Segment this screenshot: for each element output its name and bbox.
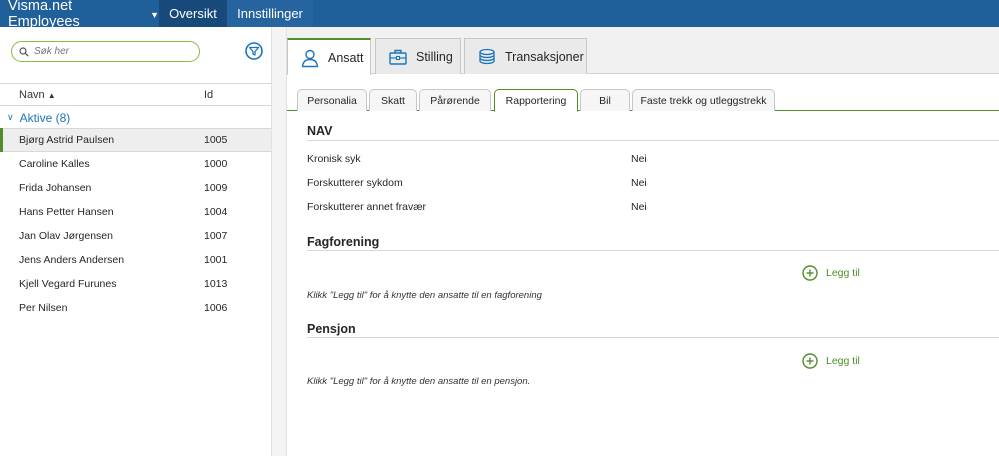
employee-name: Kjell Vegard Furunes bbox=[19, 278, 117, 290]
list-header: Navn ▲ Id bbox=[0, 83, 271, 106]
top-bar: Visma.net Employees ▼ Oversikt Innstilli… bbox=[0, 0, 999, 30]
divider bbox=[307, 140, 999, 141]
list-item[interactable]: Bjørg Astrid Paulsen 1005 bbox=[0, 128, 271, 152]
add-label: Legg til bbox=[826, 355, 860, 367]
tab-transaksjoner[interactable]: Transaksjoner bbox=[464, 38, 587, 74]
employee-id: 1013 bbox=[204, 278, 228, 290]
employee-name: Jens Anders Andersen bbox=[19, 254, 125, 266]
tab-stilling[interactable]: Stilling bbox=[375, 38, 461, 74]
tab-label: Transaksjoner bbox=[505, 49, 584, 64]
sort-asc-icon: ▲ bbox=[47, 90, 56, 100]
list-item[interactable]: Caroline Kalles 1000 bbox=[0, 152, 271, 176]
field-value: Nei bbox=[631, 177, 647, 189]
column-name-header[interactable]: Navn ▲ bbox=[19, 89, 56, 101]
section-title-nav: NAV bbox=[307, 124, 333, 138]
column-id-header[interactable]: Id bbox=[204, 89, 213, 101]
app-switcher[interactable]: Visma.net Employees ▼ bbox=[0, 0, 159, 30]
tab-ansatt[interactable]: Ansatt bbox=[287, 38, 371, 75]
subtab-bil[interactable]: Bil bbox=[580, 89, 630, 111]
employee-name: Jan Olav Jørgensen bbox=[19, 230, 113, 242]
list-item[interactable]: Hans Petter Hansen 1004 bbox=[0, 200, 271, 224]
field-label: Forskutterer sykdom bbox=[307, 177, 403, 189]
sidebar-scrollbar[interactable] bbox=[271, 27, 287, 456]
search-input[interactable] bbox=[34, 46, 194, 57]
employee-name: Per Nilsen bbox=[19, 302, 68, 314]
add-pensjon-button[interactable]: Legg til bbox=[802, 353, 860, 369]
add-label: Legg til bbox=[826, 267, 860, 279]
employee-id: 1000 bbox=[204, 158, 228, 170]
person-icon bbox=[301, 49, 319, 67]
subtab-rapportering[interactable]: Rapportering bbox=[494, 89, 578, 112]
field-label: Kronisk syk bbox=[307, 153, 361, 165]
list-item[interactable]: Kjell Vegard Furunes 1013 bbox=[0, 272, 271, 296]
divider bbox=[307, 337, 999, 338]
employee-sidebar: Navn ▲ Id ∨ Aktive (8) Bjørg Astrid Paul… bbox=[0, 27, 271, 456]
field-value: Nei bbox=[631, 153, 647, 165]
hint-text: Klikk "Legg til" for å knytte den ansatt… bbox=[307, 376, 531, 387]
plus-circle-icon bbox=[802, 353, 818, 369]
nav-oversikt[interactable]: Oversikt bbox=[159, 0, 227, 27]
list-item[interactable]: Per Nilsen 1006 bbox=[0, 296, 271, 320]
nav-innstillinger[interactable]: Innstillinger bbox=[227, 0, 313, 27]
chevron-down-icon: ▼ bbox=[150, 9, 159, 20]
employee-name: Hans Petter Hansen bbox=[19, 206, 114, 218]
employee-name: Bjørg Astrid Paulsen bbox=[19, 134, 115, 146]
employee-detail: Ansatt Stilling Transaksjoner Personalia… bbox=[287, 27, 999, 456]
add-fagforening-button[interactable]: Legg til bbox=[802, 265, 860, 281]
list-item[interactable]: Frida Johansen 1009 bbox=[0, 176, 271, 200]
subtab-faste-trekk[interactable]: Faste trekk og utleggstrekk bbox=[632, 89, 775, 111]
employee-list: Bjørg Astrid Paulsen 1005 Caroline Kalle… bbox=[0, 128, 271, 320]
field-value: Nei bbox=[631, 201, 647, 213]
employee-id: 1006 bbox=[204, 302, 228, 314]
plus-circle-icon bbox=[802, 265, 818, 281]
subtab-parorende[interactable]: Pårørende bbox=[419, 89, 491, 111]
tab-label: Ansatt bbox=[328, 50, 364, 65]
section-title-fagforening: Fagforening bbox=[307, 235, 380, 249]
list-item[interactable]: Jan Olav Jørgensen 1007 bbox=[0, 224, 271, 248]
employee-id: 1005 bbox=[204, 134, 228, 146]
divider bbox=[307, 250, 999, 251]
subtab-personalia[interactable]: Personalia bbox=[297, 89, 367, 111]
briefcase-icon bbox=[389, 49, 407, 65]
app-title: Visma.net Employees bbox=[8, 0, 80, 30]
section-title-pensjon: Pensjon bbox=[307, 322, 356, 336]
employee-name: Caroline Kalles bbox=[19, 158, 90, 170]
chevron-down-icon: ∨ bbox=[7, 112, 14, 122]
tab-label: Stilling bbox=[416, 49, 453, 64]
employee-id: 1004 bbox=[204, 206, 228, 218]
group-label: Aktive (8) bbox=[19, 110, 71, 125]
employee-id: 1007 bbox=[204, 230, 228, 242]
list-item[interactable]: Jens Anders Andersen 1001 bbox=[0, 248, 271, 272]
group-active[interactable]: ∨ Aktive (8) bbox=[0, 107, 271, 128]
filter-icon[interactable] bbox=[245, 42, 263, 60]
sub-tab-bar: Personalia Skatt Pårørende Rapportering … bbox=[287, 85, 999, 112]
coins-icon bbox=[479, 48, 495, 64]
subtab-skatt[interactable]: Skatt bbox=[369, 89, 417, 111]
search-box[interactable] bbox=[11, 41, 200, 62]
search-icon bbox=[19, 46, 29, 57]
employee-id: 1009 bbox=[204, 182, 228, 194]
employee-id: 1001 bbox=[204, 254, 228, 266]
employee-name: Frida Johansen bbox=[19, 182, 92, 194]
hint-text: Klikk "Legg til" for å knytte den ansatt… bbox=[307, 290, 542, 301]
field-label: Forskutterer annet fravær bbox=[307, 201, 427, 213]
